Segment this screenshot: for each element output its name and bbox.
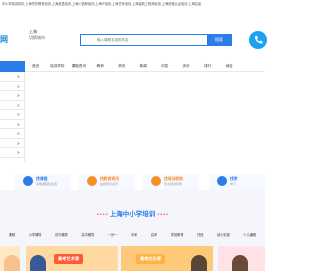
subject-tab[interactable]: 幼小衔接 (217, 232, 230, 240)
chevron-right-icon: > (16, 121, 20, 127)
quick-link-schools[interactable]: 找培训机构 专业培训机构 (143, 174, 199, 190)
quick-link-courses[interactable]: 找课程 海量课程任您选 (15, 174, 71, 190)
course-cards: 高考艺术课 高考文化课 (0, 246, 265, 271)
subject-tab[interactable]: 小学辅导 (29, 232, 42, 240)
top-links-line[interactable]: 中小学培训机构,上海学历教育培训,上海英语培训,上海小语种培训,上海IT培训,上… (2, 2, 263, 7)
quick-links: 找课程 海量课程任您选 找教育资讯 最新教育资讯 找培训机构 专业培训机构 找学… (0, 170, 265, 190)
main-nav: 首页 培训学校 课程资讯 教师 资讯 新闻 问答 评价 排行 地址 (0, 61, 265, 72)
search-box: 课程 搜索 (80, 34, 232, 46)
k12-training-section: •••• 上海中小学培训 •••• 课程 小学辅导 初中辅导 高中辅导 一对一 … (0, 190, 265, 271)
teacher-photo (191, 255, 207, 271)
sidebar-category-row[interactable]: > (0, 120, 24, 129)
course-card[interactable] (0, 246, 20, 271)
nav-item-info[interactable]: 资讯 (111, 61, 133, 72)
hero-banner[interactable] (26, 72, 265, 162)
subject-tabs: 课程 小学辅导 初中辅导 高中辅导 一对一 中考 高考 学前教育 托班 幼小衔接… (0, 232, 265, 240)
sidebar-category-row[interactable]: > (0, 148, 24, 158)
nav-item-ranking[interactable]: 排行 (197, 61, 219, 72)
site-logo[interactable]: 网 (0, 35, 10, 45)
top-link-bar: 中小学培训机构,上海学历教育培训,上海英语培训,上海小语种培训,上海IT培训,上… (0, 0, 265, 20)
chevron-right-icon: > (16, 140, 20, 146)
subject-tab[interactable]: 高考 (151, 232, 157, 240)
subject-tab[interactable]: 少儿编程 (243, 232, 256, 240)
nav-item-teachers[interactable]: 教师 (90, 61, 112, 72)
sidebar-category-row[interactable]: > (0, 72, 24, 82)
book-icon (23, 176, 33, 186)
sidebar-category-row[interactable]: > (0, 129, 24, 139)
chevron-right-icon: > (16, 150, 20, 155)
section-title-text: 上海中小学培训 (109, 210, 156, 218)
quick-link-sub: 海量课程任您选 (36, 182, 58, 186)
quick-link-sub: 最新教育资讯 (100, 182, 119, 186)
subject-tab[interactable]: 学前教育 (171, 232, 184, 240)
chevron-right-icon: > (16, 74, 20, 79)
quick-link-news[interactable]: 找教育资讯 最新教育资讯 (79, 174, 135, 190)
sidebar-category-row[interactable]: > (0, 110, 24, 120)
nav-item-address[interactable]: 地址 (219, 61, 241, 72)
nav-item-reviews[interactable]: 评价 (176, 61, 198, 72)
nav-item-schools[interactable]: 培训学校 (47, 61, 69, 72)
student-photo (4, 255, 20, 271)
course-card[interactable] (218, 246, 265, 271)
subject-tab[interactable]: 初中辅导 (55, 232, 68, 240)
study-icon (217, 176, 227, 186)
course-card-culture[interactable]: 高考文化课 (121, 246, 213, 271)
nav-item-courses[interactable]: 课程资讯 (68, 61, 90, 72)
course-card-art[interactable]: 高考艺术课 (26, 246, 118, 271)
quick-link-study[interactable]: 找学 学习 (209, 174, 265, 190)
chevron-right-icon: > (16, 102, 20, 108)
title-dots-right: •••• (155, 212, 169, 218)
sidebar-category-row[interactable]: > (0, 139, 24, 148)
nav-items: 首页 培训学校 课程资讯 教师 资讯 新闻 问答 评价 排行 地址 (25, 61, 240, 72)
subject-tab[interactable]: 托班 (197, 232, 203, 240)
nav-item-home[interactable]: 首页 (25, 61, 47, 72)
search-button[interactable]: 搜索 (207, 35, 231, 45)
title-dots-left: •••• (96, 212, 110, 218)
school-icon (151, 176, 161, 186)
site-header: 网 上海 切换城市 课程 搜索 (0, 20, 267, 60)
nav-item-news[interactable]: 新闻 (133, 61, 155, 72)
search-input[interactable] (81, 35, 209, 45)
sidebar-category-row[interactable]: > (0, 91, 24, 101)
course-card-label: 高考艺术课 (54, 254, 83, 264)
student-photo (30, 255, 46, 271)
sidebar-category-row[interactable]: > (0, 101, 24, 110)
city-selector[interactable]: 上海 切换城市 (29, 29, 45, 41)
nav-item-qa[interactable]: 问答 (154, 61, 176, 72)
news-icon (87, 176, 97, 186)
section-title: •••• 上海中小学培训 •••• (0, 208, 265, 218)
quick-link-sub: 专业培训机构 (164, 182, 183, 186)
chevron-right-icon: > (16, 93, 20, 98)
subject-tab[interactable]: 高中辅导 (81, 232, 94, 240)
chevron-right-icon: > (16, 112, 20, 117)
sidebar-category-row[interactable]: > (0, 82, 24, 91)
subject-tab[interactable]: 一对一 (108, 232, 118, 240)
chevron-right-icon: > (16, 83, 20, 89)
chevron-right-icon: > (16, 131, 20, 136)
quick-link-sub: 学习 (230, 182, 237, 186)
subject-tab[interactable]: 课程 (9, 232, 15, 240)
course-card-label: 高考文化课 (136, 254, 165, 264)
category-menu-button[interactable] (0, 61, 25, 72)
switch-city-link[interactable]: 切换城市 (29, 35, 45, 41)
student-photo (232, 255, 248, 271)
category-sidebar: > > > > > > > > > (0, 72, 25, 162)
phone-icon[interactable] (249, 31, 267, 49)
subject-tab[interactable]: 中考 (131, 232, 137, 240)
